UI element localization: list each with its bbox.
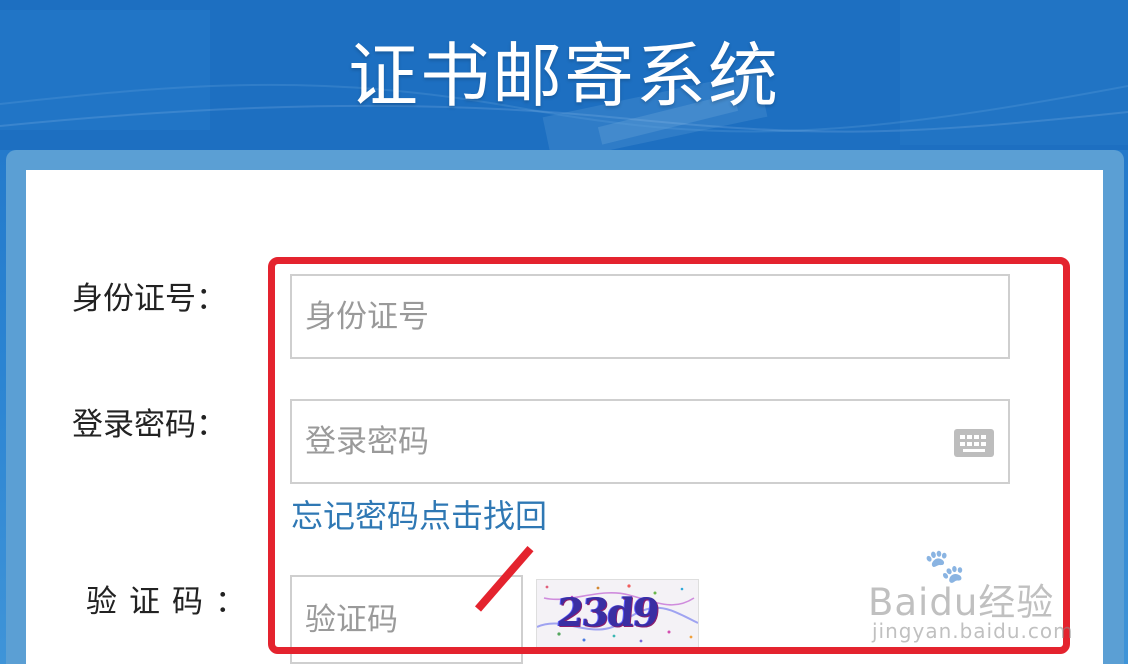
keyboard-icon[interactable] (954, 429, 994, 457)
forgot-password-link[interactable]: 忘记密码点击找回 (291, 491, 547, 537)
id-number-field[interactable] (290, 274, 1010, 359)
captcha-input[interactable] (292, 577, 521, 662)
login-page: { "page": { "title": "证书邮寄系统" }, "form":… (0, 0, 1128, 664)
page-title: 证书邮寄系统 (348, 35, 780, 117)
password-field[interactable] (290, 399, 1010, 484)
captcha-label: 验证码： (86, 584, 258, 620)
id-number-label: 身份证号： (72, 281, 227, 317)
captcha-field[interactable] (290, 575, 523, 664)
id-number-input[interactable] (292, 276, 1008, 357)
password-input[interactable] (292, 401, 1008, 482)
captcha-image[interactable]: 23d9 (536, 579, 699, 649)
captcha-code-text: 23d9 (554, 590, 660, 636)
password-label: 登录密码： (72, 407, 227, 443)
